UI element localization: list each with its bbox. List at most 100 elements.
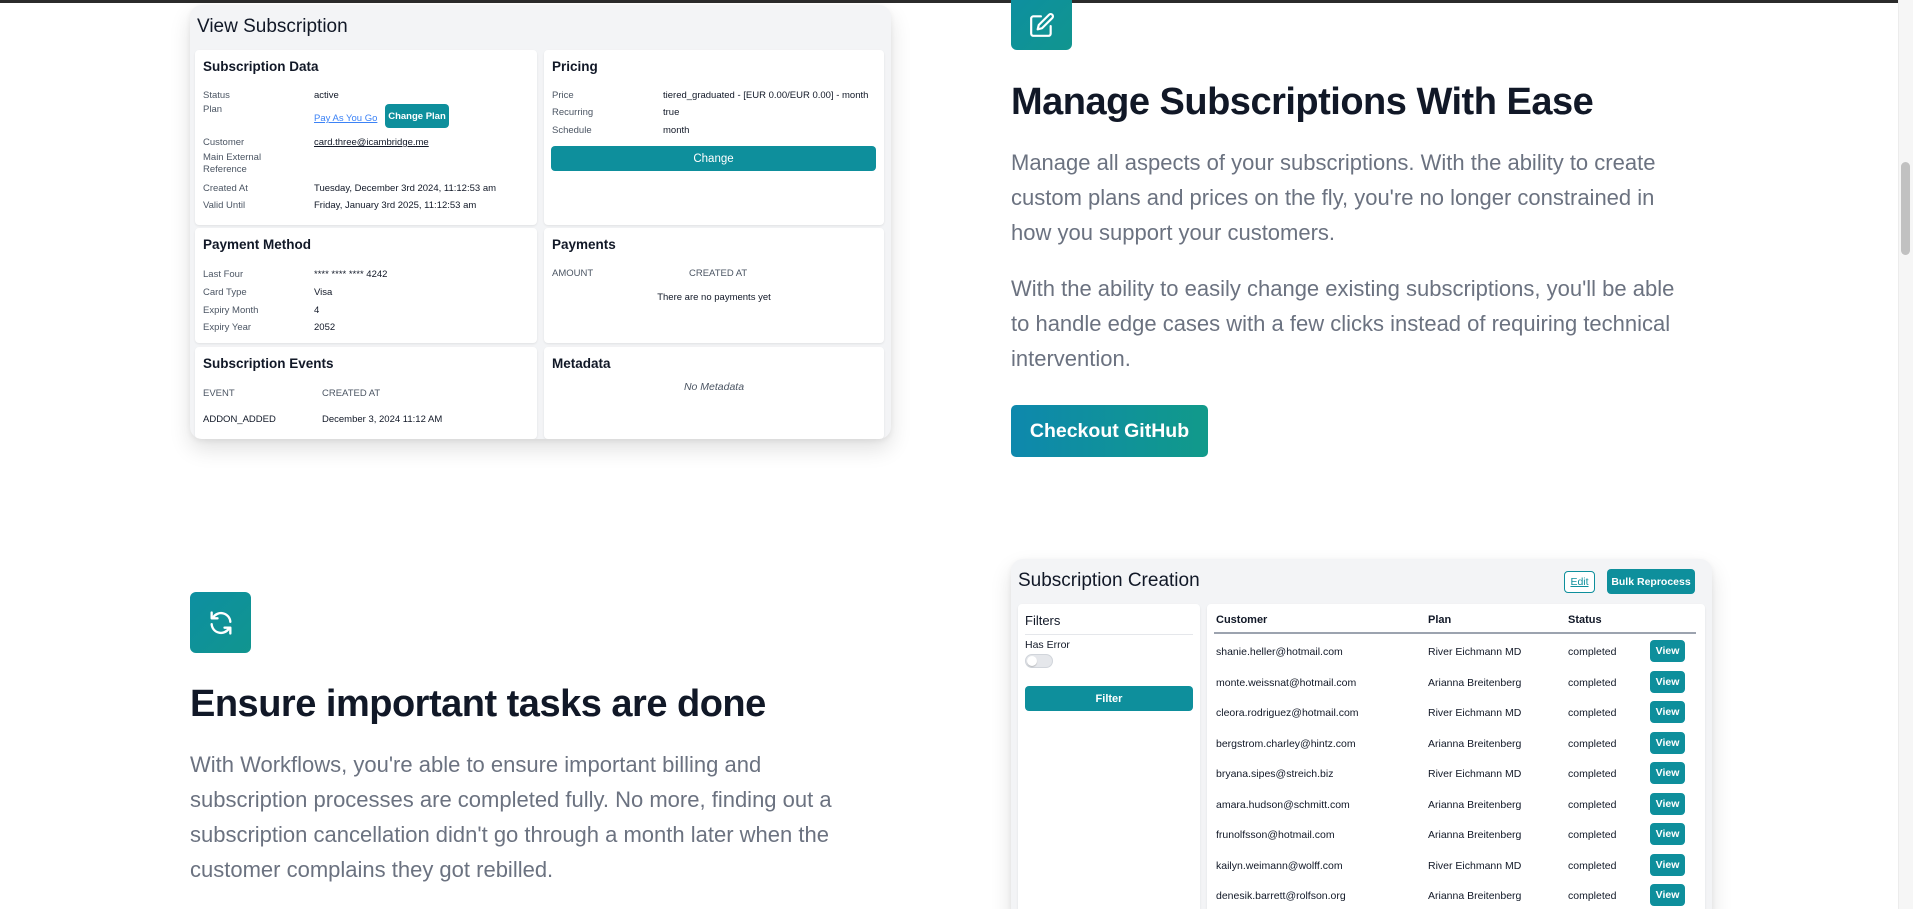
feature-workflows-paragraph: With Workflows, you're able to ensure im… — [190, 752, 832, 882]
row-customer: bryana.sipes@streich.biz — [1216, 768, 1334, 780]
feature-workflows-heading: Ensure important tasks are done — [190, 683, 766, 725]
card-type-row: Card Type Visa — [203, 287, 332, 299]
event-date: December 3, 2024 11:12 AM — [322, 414, 443, 425]
status-label: Status — [203, 90, 230, 101]
price-label: Price — [552, 90, 574, 101]
has-error-label: Has Error — [1025, 639, 1070, 651]
page-scrollbar[interactable] — [1898, 0, 1913, 909]
row-plan: River Eichmann MD — [1428, 768, 1522, 780]
view-button[interactable]: View — [1650, 823, 1685, 845]
view-button[interactable]: View — [1650, 762, 1685, 784]
row-status: completed — [1568, 798, 1617, 811]
table-row: amara.hudson@schmitt.com Arianna Breitenb… — [1216, 790, 1696, 820]
checkout-github-button[interactable]: Checkout GitHub — [1011, 405, 1208, 457]
external-reference-label: Main External Reference — [203, 152, 262, 175]
row-status: completed — [1568, 829, 1617, 841]
valid-until-row: Valid Until Friday, January 3rd 2025, 11… — [203, 200, 476, 212]
subscriptions-table-card: Customer Plan Status shanie.heller@hotma… — [1207, 604, 1705, 909]
pricing-title: Pricing — [552, 59, 598, 74]
row-customer: denesik.barrett@rolfson.org — [1216, 890, 1346, 902]
expiry-month-value: 4 — [314, 305, 320, 316]
subscription-creation-title: Subscription Creation — [1018, 570, 1200, 591]
filter-button[interactable]: Filter — [1025, 686, 1193, 711]
table-row: monte.weissnat@hotmail.com Arianna Breite… — [1216, 668, 1696, 698]
pricing-card: Pricing Price tiered_graduated - [EUR 0.… — [544, 50, 884, 225]
customer-label: Customer — [203, 137, 245, 148]
row-plan: Arianna Breitenberg — [1428, 737, 1522, 750]
table-row: frunolfsson@hotmail.com Arianna Breitenbe… — [1216, 820, 1696, 850]
row-customer: monte.weissnat@hotmail.com — [1216, 676, 1357, 689]
row-plan: River Eichmann MD — [1428, 707, 1522, 719]
last-four-row: Last Four **** **** **** 4242 — [203, 269, 387, 281]
row-status: completed — [1568, 646, 1617, 658]
view-button[interactable]: View — [1650, 701, 1685, 723]
filters-card: Filters Has Error Filter — [1018, 604, 1200, 909]
bulk-reprocess-button[interactable]: Bulk Reprocess — [1607, 569, 1695, 594]
view-button[interactable]: View — [1650, 853, 1685, 876]
view-button[interactable]: View — [1650, 670, 1685, 693]
payment-method-title: Payment Method — [203, 237, 312, 252]
table-row: shanie.heller@hotmail.com River Eichmann … — [1216, 637, 1696, 667]
payments-title: Payments — [552, 237, 616, 252]
payments-empty-message: There are no payments yet — [657, 292, 771, 303]
metadata-empty-message: No Metadata — [683, 381, 745, 393]
schedule-value: month — [663, 125, 690, 136]
card-type-label: Card Type — [203, 287, 247, 298]
subscription-events-title: Subscription Events — [203, 356, 334, 371]
card-type-value: Visa — [314, 287, 333, 298]
row-plan: Arianna Breitenberg — [1428, 890, 1522, 902]
subscription-creation-window: Subscription Creation Edit Bulk Reproces… — [1011, 559, 1712, 909]
row-plan: Arianna Breitenberg — [1428, 798, 1522, 811]
row-customer: bergstrom.charley@hintz.com — [1216, 737, 1356, 750]
payments-col-created: CREATED AT — [689, 268, 748, 279]
events-col-event: EVENT — [203, 388, 235, 399]
feature-manage-icon-box — [1011, 0, 1072, 50]
col-status: Status — [1568, 614, 1602, 626]
row-status: completed — [1568, 768, 1617, 780]
col-customer: Customer — [1216, 614, 1268, 626]
edit-button[interactable]: Edit — [1564, 571, 1595, 593]
recurring-value: true — [663, 107, 680, 118]
plan-link[interactable]: Pay As You Go — [314, 113, 377, 124]
valid-until-label: Valid Until — [203, 200, 246, 211]
status-row: Status active — [203, 90, 339, 102]
schedule-row: Schedule month — [552, 125, 689, 137]
row-customer: shanie.heller@hotmail.com — [1216, 646, 1343, 658]
last-four-label: Last Four — [203, 269, 244, 280]
col-plan: Plan — [1428, 614, 1452, 626]
scrollbar-thumb[interactable] — [1901, 162, 1910, 255]
toggle-knob — [1027, 656, 1037, 666]
customer-link[interactable]: card.three@icambridge.me — [314, 137, 429, 149]
created-at-value: Tuesday, December 3rd 2024, 11:12:53 am — [314, 183, 497, 194]
created-at-row: Created At Tuesday, December 3rd 2024, 1… — [203, 183, 496, 195]
subscription-data-card: Subscription Data Status active Plan Pay… — [195, 50, 537, 225]
table-row: bergstrom.charley@hintz.com Arianna Breit… — [1216, 729, 1696, 759]
filters-title: Filters — [1025, 613, 1061, 628]
table-header-divider — [1214, 632, 1696, 634]
has-error-toggle[interactable] — [1025, 654, 1053, 668]
view-button[interactable]: View — [1650, 792, 1685, 815]
view-button[interactable]: View — [1650, 731, 1685, 754]
row-customer: frunolfsson@hotmail.com — [1216, 829, 1335, 841]
change-plan-button[interactable]: Change Plan — [385, 104, 449, 128]
view-button[interactable]: View — [1650, 884, 1685, 906]
feature-workflows-icon-box — [190, 592, 251, 653]
event-name: ADDON_ADDED — [203, 414, 276, 425]
edit-icon — [1029, 12, 1054, 37]
last-four-value: **** **** **** 4242 — [314, 269, 388, 280]
status-value: active — [314, 90, 339, 101]
refresh-icon — [210, 610, 231, 635]
feature-manage-paragraph-1: Manage all aspects of your subscriptions… — [1011, 150, 1656, 245]
browser-top-edge — [0, 0, 1913, 3]
expiry-month-label: Expiry Month — [203, 305, 259, 316]
change-price-button[interactable]: Change — [551, 146, 876, 171]
metadata-title: Metadata — [552, 356, 611, 371]
table-row: kailyn.weimann@wolff.com River Eichmann M… — [1216, 851, 1696, 881]
view-button[interactable]: View — [1650, 640, 1685, 662]
row-customer: kailyn.weimann@wolff.com — [1216, 859, 1343, 872]
feature-manage-heading: Manage Subscriptions With Ease — [1011, 81, 1594, 123]
schedule-label: Schedule — [552, 125, 592, 136]
table-row: bryana.sipes@streich.biz River Eichmann M… — [1216, 759, 1696, 789]
subscription-events-card: Subscription Events EVENT CREATED AT ADD… — [195, 347, 537, 439]
row-customer: amara.hudson@schmitt.com — [1216, 798, 1350, 811]
